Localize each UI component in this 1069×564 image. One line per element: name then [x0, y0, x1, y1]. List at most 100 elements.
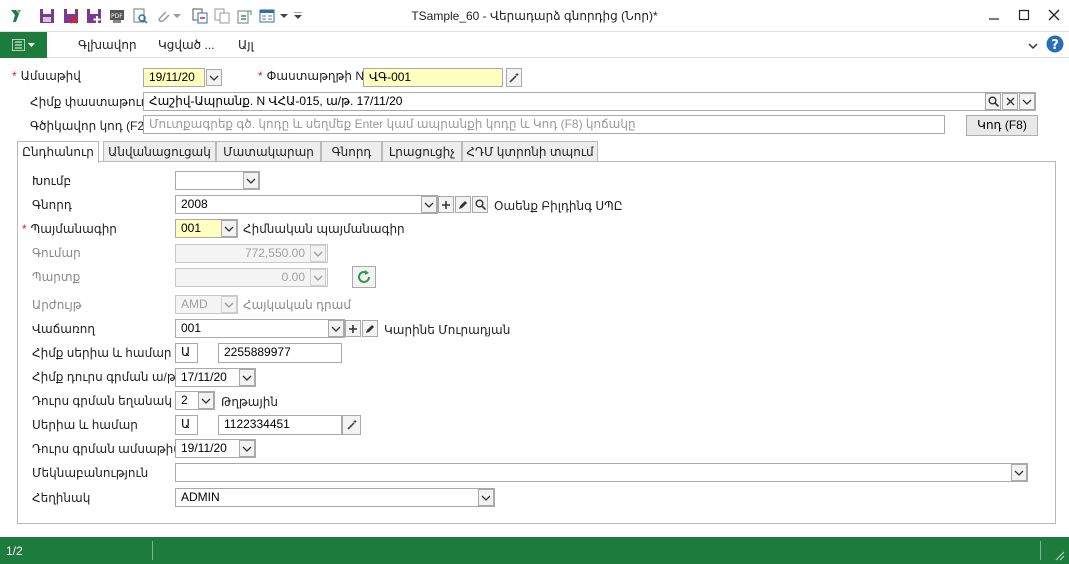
currency-name: Հայկական դրամ — [243, 298, 351, 312]
base-invoice-date-label: Հիմք դուրս գրման ա/թ — [32, 370, 176, 384]
serial-number-input[interactable]: 1122334451 — [218, 415, 342, 435]
group-label: Խումբ — [32, 174, 72, 188]
buyer-dropdown-button[interactable] — [421, 196, 437, 213]
menu-icon — [12, 39, 25, 51]
chevron-down-icon — [242, 375, 252, 381]
chevron-down-icon — [246, 178, 256, 184]
seller-dropdown-button[interactable] — [328, 320, 344, 337]
basedoc-input[interactable]: Հաշիվ-Ապրանք. N ՎՀԱ-015, ա/թ. 17/11/20 — [143, 92, 1036, 111]
chevron-down-icon — [481, 495, 491, 501]
invoice-date-label: Դուրս գրման ամսաթիվ — [32, 442, 181, 456]
tab-buyer[interactable]: Գնորդ — [321, 141, 382, 162]
search-icon[interactable] — [985, 93, 1001, 110]
tab-general[interactable]: Ընդհանուր — [17, 141, 99, 163]
chevron-down-icon — [313, 275, 323, 281]
buyer-input[interactable]: 2008 — [175, 195, 438, 214]
buyer-name: Օաենք Բիլդինգ ՍՊԸ — [494, 199, 623, 213]
currency-dropdown-button — [221, 296, 237, 313]
serial-letter-input[interactable]: Ա — [175, 415, 198, 435]
menu-item-attached[interactable]: Կցված ... — [158, 38, 214, 52]
comment-input[interactable] — [175, 463, 1028, 482]
docnum-label: * Փաստաթղթի N — [258, 69, 365, 83]
base-serial-number-input[interactable]: 2255889977 — [218, 343, 342, 363]
base-serial-letter-input[interactable]: Ա — [175, 343, 198, 363]
debt-input: 0.00 — [175, 268, 328, 287]
window-title: TSample_60 - Վերադարձ գնորդից (Նոր)* — [411, 9, 658, 23]
group-dropdown-button[interactable] — [243, 172, 259, 189]
debt-label: Պարտք — [32, 270, 81, 284]
base-serial-label: Հիմք սերիա և համար — [32, 346, 172, 360]
page-indicator: 1/2 — [6, 544, 23, 558]
seller-name: Կարինե Մուրադյան — [384, 323, 511, 337]
seller-input[interactable]: 001 — [175, 319, 345, 338]
amount-dropdown-button — [310, 245, 326, 262]
chevron-down-icon — [224, 226, 234, 232]
file-menu-button[interactable] — [0, 32, 47, 58]
chevron-down-icon — [201, 398, 211, 404]
status-separator — [152, 541, 153, 560]
resize-grip-icon[interactable] — [1053, 549, 1065, 564]
wand-icon[interactable] — [342, 415, 361, 435]
chevron-down-icon — [424, 202, 434, 208]
amount-label: Գումար — [32, 246, 81, 260]
currency-label: Արժույթ — [32, 298, 82, 312]
contract-label: * Պայմանագիր — [22, 222, 117, 236]
chevron-down-icon — [242, 446, 252, 452]
edit-icon[interactable] — [362, 320, 378, 337]
add-icon[interactable] — [438, 196, 454, 213]
chevron-down-icon — [1022, 99, 1032, 105]
invoice-type-label: Դուրս գրման եղանակ — [32, 394, 172, 408]
ribbon-collapse-icon[interactable] — [1028, 39, 1038, 53]
edit-icon[interactable] — [455, 196, 471, 213]
menu-item-main[interactable]: Գլխավոր — [78, 38, 137, 52]
maximize-icon[interactable] — [1010, 4, 1038, 26]
tab-items[interactable]: Անվանացուցակ — [103, 141, 216, 162]
author-dropdown-button[interactable] — [478, 489, 494, 506]
serial-label: Սերիա և համար — [32, 418, 138, 432]
tab-receipt-print[interactable]: ՀԴՄ կտրոնի տպում — [462, 141, 598, 162]
base-invoice-date-picker[interactable] — [239, 369, 255, 386]
docnum-input[interactable]: ՎԳ-001 — [363, 68, 503, 87]
code-button[interactable]: Կոդ (F8) — [966, 115, 1038, 136]
date-input[interactable]: 19/11/20 — [143, 68, 205, 87]
menu-item-other[interactable]: Այլ — [238, 38, 254, 52]
help-icon[interactable]: ? — [1046, 35, 1064, 56]
chevron-down-icon — [1014, 470, 1024, 476]
clear-icon[interactable] — [1002, 93, 1018, 110]
chevron-down-icon — [313, 251, 323, 257]
chevron-down-icon — [331, 326, 341, 332]
contract-name: Հիմնական պայմանագիր — [243, 222, 405, 236]
tab-additional[interactable]: Լրացուցիչ — [382, 141, 462, 162]
contract-dropdown-button[interactable] — [221, 220, 237, 237]
chevron-down-icon — [224, 302, 234, 308]
buyer-label: Գնորդ — [32, 198, 72, 212]
search-icon[interactable] — [472, 196, 488, 213]
invoice-date-picker[interactable] — [239, 440, 255, 457]
basedoc-dropdown-button[interactable] — [1019, 93, 1035, 110]
chevron-down-icon — [28, 42, 35, 47]
add-icon[interactable] — [345, 320, 361, 337]
menu-bar: Գլխավոր Կցված ... Այլ ? — [0, 32, 1069, 58]
barcode-input[interactable]: Մուտքագրեք գծ. կոդը և սեղմեք Enter կամ ա… — [143, 115, 945, 134]
author-select[interactable]: ADMIN — [175, 488, 495, 507]
invoice-type-dropdown-button[interactable] — [198, 392, 214, 409]
chevron-down-icon — [209, 75, 219, 81]
date-label: * Ամսաթիվ — [12, 69, 81, 83]
refresh-icon[interactable] — [352, 266, 376, 288]
svg-text:?: ? — [1051, 38, 1059, 53]
comment-label: Մեկնաբանություն — [32, 466, 149, 480]
date-picker-button[interactable] — [206, 69, 222, 86]
barcode-placeholder: Մուտքագրեք գծ. կոդը և սեղմեք Enter կամ ա… — [149, 117, 636, 131]
close-icon[interactable] — [1040, 4, 1068, 26]
title-bar: PDF TSample_60 - Վերադարձ գնորդից (Նոր)* — [0, 0, 1069, 32]
amount-input: 772,550.00 — [175, 244, 328, 263]
comment-dropdown-button[interactable] — [1011, 464, 1027, 481]
wand-icon[interactable] — [506, 68, 522, 87]
author-label: Հեղինակ — [32, 491, 91, 505]
basedoc-label: Հիմք փաստաթուղթ — [30, 95, 158, 109]
tab-supplier[interactable]: Մատակարար — [216, 141, 321, 162]
seller-label: Վաճառող — [32, 322, 95, 336]
debt-dropdown-button — [310, 269, 326, 286]
status-separator — [1040, 541, 1041, 560]
minimize-icon[interactable] — [980, 4, 1008, 26]
